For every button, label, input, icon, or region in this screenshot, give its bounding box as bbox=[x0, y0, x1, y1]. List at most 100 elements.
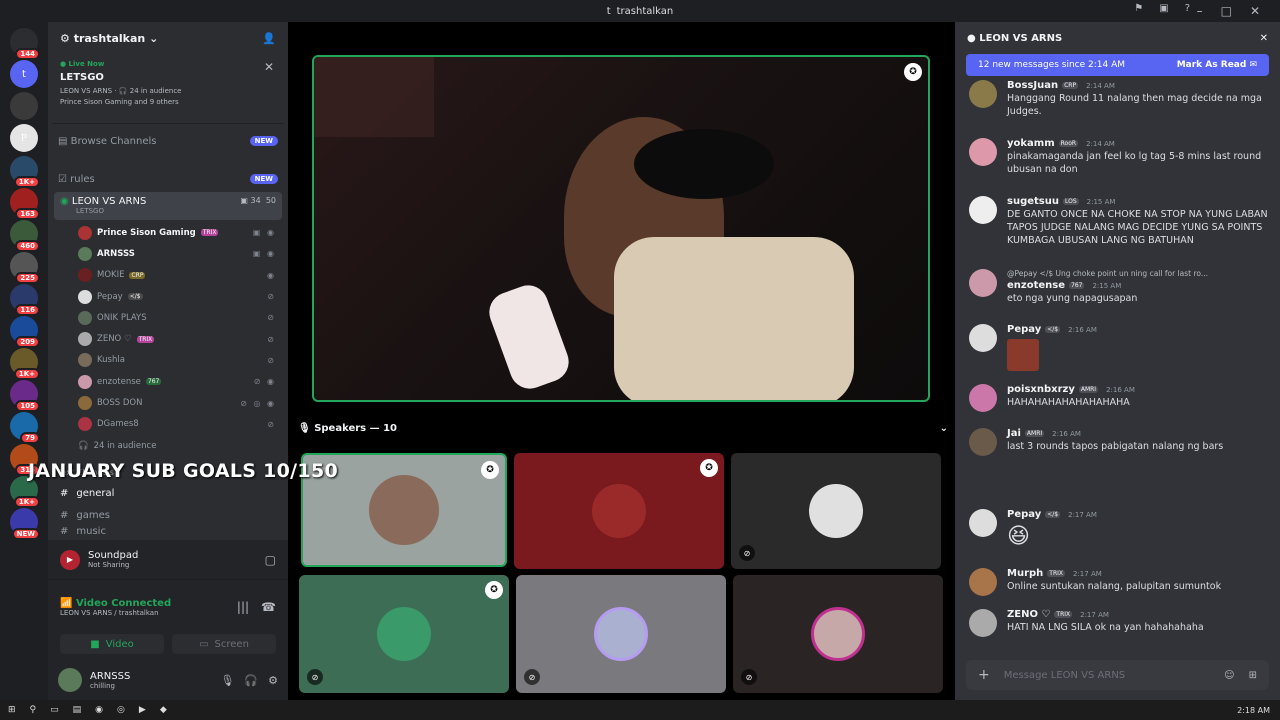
help-icon[interactable]: ? bbox=[1185, 3, 1190, 14]
youtube-icon[interactable]: ▶ bbox=[139, 705, 146, 715]
server-icon[interactable] bbox=[10, 92, 38, 120]
close-button[interactable]: ✕ bbox=[1250, 4, 1260, 18]
soundpad-activity[interactable]: ▶ Soundpad Not Sharing ▢ bbox=[48, 540, 288, 580]
audience-row[interactable]: 🎧 24 in audience bbox=[48, 435, 288, 456]
avatar[interactable] bbox=[969, 324, 997, 352]
steam-icon[interactable]: ◎ bbox=[117, 705, 125, 715]
voice-member[interactable]: DGames8 ⊘ bbox=[48, 414, 288, 435]
voice-member[interactable]: enzotense 767 ⊘ ◉ bbox=[48, 371, 288, 392]
server-icon[interactable]: 225 bbox=[10, 252, 40, 284]
avatar[interactable] bbox=[969, 568, 997, 596]
task-view-icon[interactable]: ▭ bbox=[50, 705, 59, 715]
explorer-icon[interactable]: ▤ bbox=[73, 705, 82, 715]
inbox-icon[interactable]: ⚑ bbox=[1134, 3, 1143, 14]
chat-message[interactable]: Jai AMRI 2:16 AM last 3 rounds tapos pabiga… bbox=[969, 428, 1269, 456]
text-channel-general[interactable]: # general bbox=[48, 482, 288, 504]
channel-rules[interactable]: ☑ rules NEW bbox=[48, 168, 288, 190]
server-icon[interactable]: 79 bbox=[10, 412, 40, 444]
avatar[interactable] bbox=[969, 384, 997, 412]
avatar[interactable] bbox=[969, 609, 997, 637]
voice-channel-leon-vs-arns[interactable]: ◉ LEON VS ARNS ▣ 34 50 LETSGO bbox=[54, 192, 282, 220]
avatar[interactable] bbox=[58, 668, 82, 692]
video-button[interactable]: ■ Video bbox=[60, 634, 164, 654]
message-author[interactable]: enzotense bbox=[1007, 280, 1065, 291]
server-icon[interactable]: 460 bbox=[10, 220, 40, 252]
windows-start-icon[interactable]: ⊞ bbox=[8, 705, 16, 715]
speaker-tile[interactable]: ⊘ bbox=[731, 453, 941, 569]
emoji-icon[interactable]: ☺ bbox=[1224, 670, 1234, 681]
voice-member[interactable]: ARNSSS ▣ ◉ bbox=[48, 243, 288, 264]
voice-member[interactable]: ONIK PLAYS ⊘ bbox=[48, 307, 288, 328]
message-author[interactable]: poisxnbxrzy bbox=[1007, 384, 1075, 395]
avatar[interactable] bbox=[969, 509, 997, 537]
voice-member[interactable]: ZENO ♡ TRIX ⊘ bbox=[48, 328, 288, 349]
settings-icon[interactable]: ⚙ bbox=[268, 674, 278, 687]
voice-member[interactable]: BOSS DON ⊘ ◎ ◉ bbox=[48, 392, 288, 413]
server-icon[interactable]: 105 bbox=[10, 380, 40, 412]
chat-message[interactable]: ZENO ♡ TRIX 2:17 AM HATI NA LNG SILA ok na … bbox=[969, 609, 1269, 637]
maximize-button[interactable]: □ bbox=[1221, 4, 1232, 18]
microphone-icon[interactable]: 🎙 bbox=[220, 674, 234, 687]
add-attachment-icon[interactable]: + bbox=[978, 667, 990, 683]
image-attachment[interactable] bbox=[1007, 339, 1039, 371]
browser-icon[interactable]: ◉ bbox=[95, 705, 103, 715]
text-channel-games[interactable]: # games bbox=[48, 504, 288, 526]
screen-share-icon[interactable]: ▣ bbox=[1159, 3, 1168, 14]
voice-member[interactable]: Kushla ⊘ bbox=[48, 350, 288, 371]
server-icon[interactable]: 209 bbox=[10, 316, 40, 348]
server-icon[interactable]: t bbox=[10, 60, 38, 88]
chat-message[interactable]: Pepay </$ 2:16 AM bbox=[969, 324, 1269, 371]
message-author[interactable]: Pepay bbox=[1007, 324, 1041, 335]
server-icon[interactable]: 1K+ bbox=[10, 156, 40, 188]
message-composer[interactable]: + Message LEON VS ARNS ☺ ⊞ bbox=[966, 660, 1269, 690]
server-icon[interactable]: 1K+ bbox=[10, 348, 40, 380]
speakers-header[interactable]: 🎙 Speakers — 10 ⌄ bbox=[298, 418, 948, 438]
apps-icon[interactable]: ⊞ bbox=[1249, 670, 1257, 681]
chat-message[interactable]: Pepay </$ 2:17 AM 😆 bbox=[969, 509, 1269, 552]
avatar[interactable] bbox=[969, 269, 997, 297]
headphones-icon[interactable]: 🎧 bbox=[244, 674, 258, 687]
server-icon[interactable]: NEW bbox=[10, 508, 40, 540]
server-icon[interactable]: 144 bbox=[10, 28, 40, 60]
mark-read-label[interactable]: Mark As Read bbox=[1177, 60, 1247, 70]
search-icon[interactable]: ⚲ bbox=[30, 705, 37, 715]
close-icon[interactable]: ✕ bbox=[1260, 33, 1268, 44]
server-icon[interactable]: 116 bbox=[10, 284, 40, 316]
voice-member[interactable]: Prince Sison Gaming TRIX ▣ ◉ bbox=[48, 222, 288, 243]
avatar[interactable] bbox=[969, 196, 997, 224]
speaker-tile[interactable]: ✪ ⊘ bbox=[299, 575, 509, 693]
message-author[interactable]: Pepay bbox=[1007, 509, 1041, 520]
message-author[interactable]: yokamm bbox=[1007, 138, 1055, 149]
speaker-tile[interactable]: ⊘ bbox=[733, 575, 943, 693]
add-member-icon[interactable]: 👤 bbox=[262, 32, 276, 45]
noise-suppression-icon[interactable]: ||| bbox=[237, 600, 249, 614]
disconnect-icon[interactable]: ☎ bbox=[261, 600, 276, 614]
server-icon[interactable]: P bbox=[10, 124, 38, 152]
message-author[interactable]: Murph bbox=[1007, 568, 1043, 579]
new-messages-bar[interactable]: 12 new messages since 2:14 AM Mark As Re… bbox=[966, 54, 1269, 76]
chat-message[interactable]: Murph TRIX 2:17 AM Online suntukan nalang, … bbox=[969, 568, 1269, 596]
minimize-button[interactable]: – bbox=[1197, 4, 1203, 18]
speaker-tile[interactable]: ⊘ bbox=[516, 575, 726, 693]
voice-member[interactable]: MOKIE CRP ◉ bbox=[48, 265, 288, 286]
message-author[interactable]: sugetsuu bbox=[1007, 196, 1059, 207]
avatar[interactable] bbox=[969, 80, 997, 108]
browse-channels[interactable]: ▤ Browse Channels NEW bbox=[48, 130, 288, 152]
screen-button[interactable]: ▭ Screen bbox=[172, 634, 276, 654]
chat-message[interactable]: sugetsuu LOS 2:15 AM DE GANTO ONCE NA CHOKE… bbox=[969, 196, 1269, 247]
chevron-down-icon[interactable]: ⌄ bbox=[940, 423, 948, 434]
speaker-tile[interactable]: ✪ bbox=[514, 453, 724, 569]
text-channel-music[interactable]: # music bbox=[48, 526, 288, 537]
voice-member[interactable]: Pepay </$ ⊘ bbox=[48, 286, 288, 307]
message-author[interactable]: ZENO ♡ bbox=[1007, 609, 1050, 620]
reply-preview[interactable]: @Pepay </$ Ung choke point un ning call … bbox=[1007, 269, 1208, 278]
discord-icon[interactable]: ◆ bbox=[160, 705, 167, 715]
chat-message[interactable]: BossJuan CRP 2:14 AM Hanggang Round 11 nala… bbox=[969, 80, 1269, 119]
message-input[interactable]: Message LEON VS ARNS bbox=[1004, 670, 1125, 681]
chat-message[interactable]: @Pepay </$ Ung choke point un ning call … bbox=[969, 269, 1269, 306]
share-icon[interactable]: ▢ bbox=[265, 553, 276, 567]
message-author[interactable]: Jai bbox=[1007, 428, 1021, 439]
close-icon[interactable]: ✕ bbox=[264, 60, 274, 74]
chat-message[interactable]: yokamm RooR 2:14 AM pinakamaganda jan feel … bbox=[969, 138, 1269, 177]
live-now-card[interactable]: ● Live Now LETSGO LEON VS ARNS · 🎧 24 in… bbox=[52, 54, 284, 124]
